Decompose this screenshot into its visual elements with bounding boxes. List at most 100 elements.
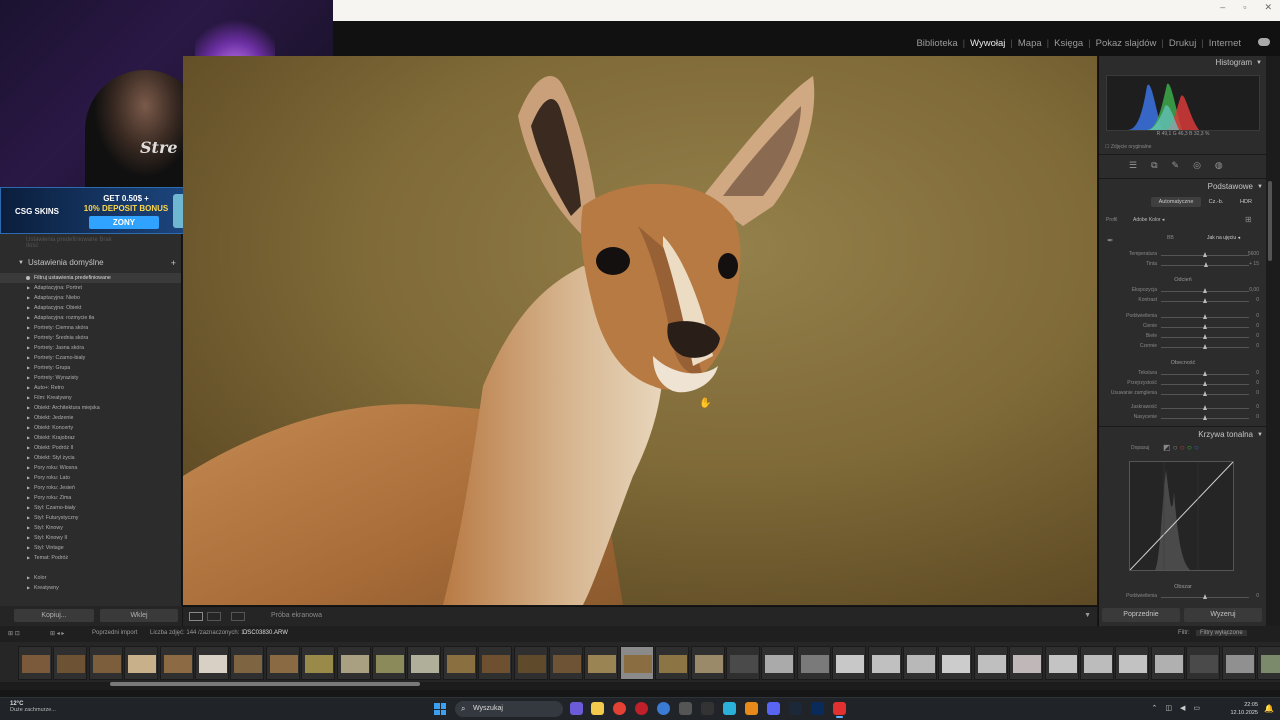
preset-item[interactable]: ▶ Obiekt: Architektura miejska xyxy=(0,403,181,413)
parametric-curve-icon[interactable]: ◩ xyxy=(1163,443,1171,452)
tray-chevron-icon[interactable]: ⌃ xyxy=(1151,704,1157,712)
slider-row[interactable]: Jaskrawość 0 xyxy=(1099,403,1267,413)
steam-icon[interactable] xyxy=(789,702,802,715)
filmstrip-thumbnail[interactable] xyxy=(336,646,371,680)
slider-value[interactable]: 0 xyxy=(1256,380,1259,386)
filmstrip-thumbnail[interactable] xyxy=(832,646,867,680)
lightroom-icon[interactable] xyxy=(811,702,824,715)
slider-row[interactable]: Temperatura 5600 xyxy=(1099,250,1267,260)
filter-presets-item[interactable]: Filtruj ustawienia predefiniowane xyxy=(0,273,181,283)
add-preset-icon[interactable]: + xyxy=(171,256,176,270)
slider-value[interactable]: 5600 xyxy=(1248,251,1259,257)
preset-item[interactable]: ▶ Obiekt: Krajobraz xyxy=(0,433,181,443)
filmstrip-thumbnail[interactable] xyxy=(1080,646,1114,680)
histogram[interactable] xyxy=(1106,75,1260,131)
slider-value[interactable]: 0 xyxy=(1256,343,1259,349)
windows-start-icon[interactable] xyxy=(434,703,446,715)
slider-thumb[interactable] xyxy=(1202,298,1207,303)
red-channel-icon[interactable]: ○ xyxy=(1180,443,1185,452)
filmstrip-thumbnail[interactable] xyxy=(1115,646,1150,680)
slider-row[interactable]: Podświetlenia 0 xyxy=(1099,312,1267,322)
filename-label[interactable]: DSC03830.ARW xyxy=(243,630,288,636)
volume-icon[interactable]: ◀ xyxy=(1180,704,1185,712)
obs-icon[interactable] xyxy=(833,702,846,718)
preset-item[interactable]: ▶ Portrety: Wyrazisty xyxy=(0,373,181,383)
module-tab[interactable]: Internet xyxy=(1204,38,1246,49)
preset-item[interactable]: ▶ Portrety: Czarno-biały xyxy=(0,353,181,363)
chrome-icon[interactable] xyxy=(613,702,626,715)
network-icon[interactable]: ◫ xyxy=(1165,704,1172,712)
slider-row[interactable]: Tinta + 15 xyxy=(1099,260,1267,270)
auto-button[interactable]: Automatyczne xyxy=(1151,197,1201,207)
slider-value[interactable]: 0 xyxy=(1256,370,1259,376)
section-default-presets[interactable]: ▼ Ustawienia domyślne + xyxy=(0,256,181,270)
slider-thumb[interactable] xyxy=(1202,415,1207,420)
preset-item[interactable]: ▶ Styl: Kinowy II xyxy=(0,533,181,543)
preset-item[interactable]: ▶ Pory roku: Wiosna xyxy=(0,463,181,473)
discord-icon[interactable] xyxy=(767,702,780,715)
filmstrip-thumbnail[interactable] xyxy=(903,646,937,680)
preset-item[interactable]: ▶ Styl: Vintage xyxy=(0,543,181,553)
mask-icon[interactable]: ◍ xyxy=(1215,160,1223,171)
curve-channel-icons[interactable]: ◩ ○ ○ ○ ○ xyxy=(1163,443,1199,452)
filmstrip-thumbnail[interactable] xyxy=(655,646,690,680)
close-icon[interactable]: ✕ xyxy=(1264,2,1272,13)
module-tab[interactable]: Księga xyxy=(1049,38,1088,49)
preset-item[interactable]: ▶ Obiekt: Styl życia xyxy=(0,453,181,463)
filmstrip-scroll-thumb[interactable] xyxy=(110,682,420,686)
soft-proofing-toggle[interactable]: Próba ekranowa xyxy=(271,612,322,619)
slider-thumb[interactable] xyxy=(1202,334,1207,339)
file-explorer-icon[interactable] xyxy=(591,702,604,715)
filmstrip-thumbnail[interactable] xyxy=(1044,646,1079,680)
nav-arrows-icon[interactable]: ⊞ ◂ ▸ xyxy=(50,630,64,637)
slider-value[interactable]: 0 xyxy=(1256,333,1259,339)
slider-thumb[interactable] xyxy=(1202,594,1207,599)
ad-cta-button[interactable]: ZONY xyxy=(89,216,159,229)
slider-value[interactable]: 0 xyxy=(1256,593,1259,599)
right-scrollbar[interactable] xyxy=(1266,56,1280,626)
green-channel-icon[interactable]: ○ xyxy=(1187,443,1192,452)
toolbar-menu-icon[interactable]: ▼ xyxy=(1084,612,1091,619)
preset-item[interactable]: ▶ Styl: Futurystyczny xyxy=(0,513,181,523)
filmstrip-thumbnail[interactable] xyxy=(619,646,654,680)
filter-select[interactable]: Filtry wyłączone xyxy=(1196,630,1247,636)
preset-group[interactable]: ▶ Kolor xyxy=(0,573,181,583)
slider-row[interactable]: Biele 0 xyxy=(1099,332,1267,342)
bw-button[interactable]: Cz.-b. xyxy=(1203,197,1229,207)
maximize-icon[interactable]: ▫ xyxy=(1243,2,1246,13)
weather-widget[interactable]: 12°C Duże zachmurze... xyxy=(10,701,56,713)
tone-curve-graph[interactable] xyxy=(1129,461,1234,571)
preset-item[interactable]: ▶ Temat: Podróż xyxy=(0,553,181,563)
preset-item[interactable]: ▶ Portrety: Średnia skóra xyxy=(0,333,181,343)
filmstrip-thumbnail[interactable] xyxy=(1186,646,1221,680)
slider-thumb[interactable] xyxy=(1202,324,1207,329)
minimize-icon[interactable]: – xyxy=(1220,2,1225,13)
slider-value[interactable]: 0,00 xyxy=(1249,287,1259,293)
scrollbar-thumb[interactable] xyxy=(1268,181,1272,261)
preset-item[interactable]: ▶ Styl: Czarno-biały xyxy=(0,503,181,513)
profile-browser-icon[interactable]: ⊞ xyxy=(1245,215,1252,224)
basic-header[interactable]: Podstawowe ▼ xyxy=(1099,180,1267,194)
cloud-icon[interactable] xyxy=(1258,38,1270,46)
snipping-tool-icon[interactable] xyxy=(679,702,692,715)
slider-thumb[interactable] xyxy=(1202,252,1207,257)
previous-button[interactable]: Poprzednie xyxy=(1102,608,1180,622)
previous-import-label[interactable]: Poprzedni import xyxy=(92,630,137,636)
battery-icon[interactable]: ▭ xyxy=(1193,704,1200,712)
preset-item[interactable]: ▶ Adaptacyjna: rozmycie tła xyxy=(0,313,181,323)
slider-thumb[interactable] xyxy=(1202,405,1207,410)
slider-value[interactable]: 0 xyxy=(1256,404,1259,410)
loupe-view-icon[interactable] xyxy=(189,612,203,621)
filmstrip-thumbnail[interactable] xyxy=(301,646,336,680)
preset-item[interactable]: ▶ Adaptacyjna: Portret xyxy=(0,283,181,293)
slider-row[interactable]: Kontrast 0 xyxy=(1099,296,1267,306)
preset-item[interactable]: ▶ Obiekt: Koncerty xyxy=(0,423,181,433)
preset-group[interactable]: ▶ Kreatywny xyxy=(0,583,181,593)
clock[interactable]: 22:05 12.10.2025 xyxy=(1230,701,1258,717)
preset-item[interactable]: ▶ Portrety: Jasna skóra xyxy=(0,343,181,353)
sliders-icon[interactable]: ☰ xyxy=(1129,160,1137,171)
filmstrip-thumbnail[interactable] xyxy=(18,646,52,680)
redeye-icon[interactable]: ◎ xyxy=(1193,160,1201,171)
preset-item[interactable]: ▶ Portrety: Grupa xyxy=(0,363,181,373)
hdr-button[interactable]: HDR xyxy=(1233,197,1259,207)
